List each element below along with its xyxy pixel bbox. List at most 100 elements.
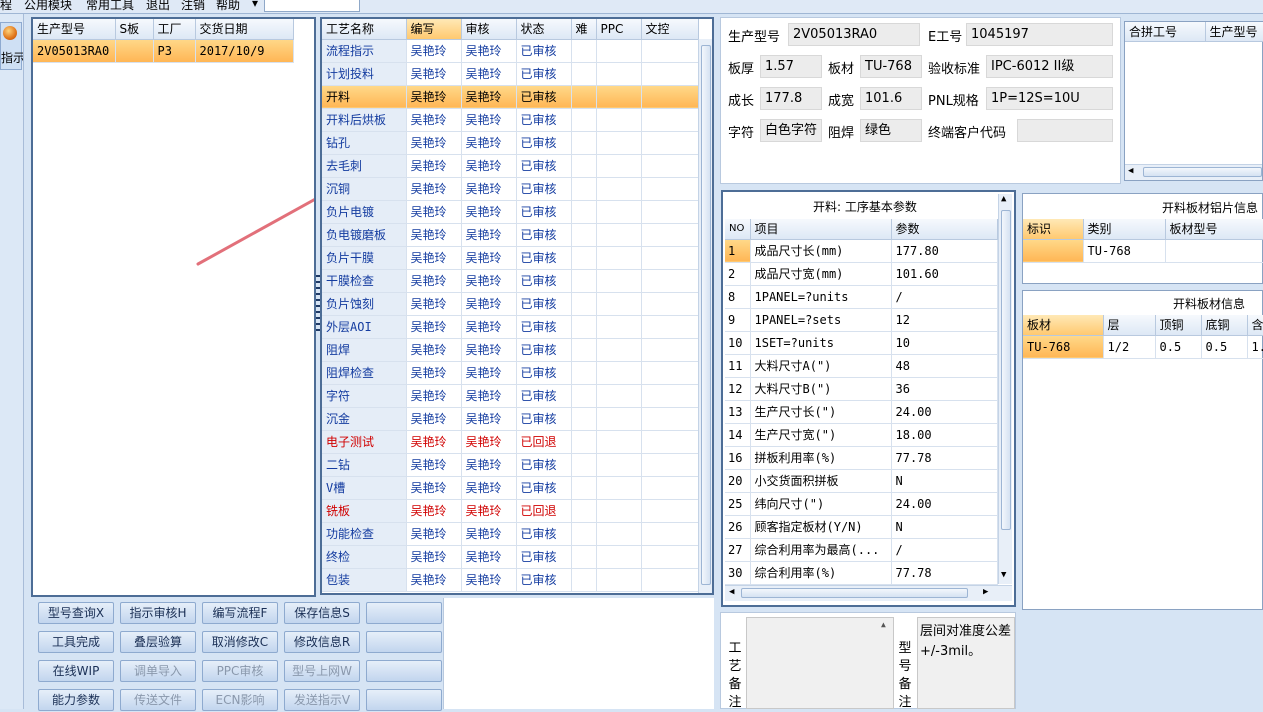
merge-table-hscrollbar[interactable]: ◀ [1125,164,1262,180]
table-row[interactable]: 沉铜 吴艳玲 吴艳玲 已审核 [322,177,699,201]
table-row[interactable]: 负片干膜 吴艳玲 吴艳玲 已审核 [322,246,699,270]
table-row[interactable]: 25 纬向尺寸(") 24.00 [725,492,998,516]
chevron-down-icon[interactable]: ▾ [252,0,258,10]
length-value[interactable]: 177.8 [760,87,822,110]
column-header-ppc[interactable]: PPC [596,19,642,40]
table-row[interactable]: 阻焊检查 吴艳玲 吴艳玲 已审核 [322,361,699,385]
action-button[interactable]: 修改信息R [284,631,360,653]
action-button[interactable]: 调单导入 [120,660,196,682]
scrollbar-thumb[interactable] [1143,167,1262,177]
customer-code-value[interactable] [1017,119,1113,142]
column-header-merge-model[interactable]: 生产型号 [1205,22,1263,42]
action-button[interactable]: 工具完成 [38,631,114,653]
table-row[interactable]: 1 成品尺寸长(mm) 177.80 [725,239,998,263]
column-header-board-model[interactable]: 板材型号 [1165,219,1263,240]
table-row[interactable]: 20 小交货面积拼板 N [725,469,998,493]
menu-item-exit[interactable]: 退出 [146,0,170,13]
table-row[interactable]: 终检 吴艳玲 吴艳玲 已审核 [322,545,699,569]
zhishi-button[interactable]: 指示 [0,22,23,70]
process-table-scrollbar[interactable] [698,39,712,593]
column-header-difficulty[interactable]: 难 [571,19,597,40]
column-header-cu[interactable]: 含铜 [1247,315,1263,336]
action-button[interactable]: 型号查询X [38,602,114,624]
column-header-top-cu[interactable]: 顶铜 [1155,315,1202,336]
table-row[interactable]: 负片电镀 吴艳玲 吴艳玲 已审核 [322,200,699,224]
width-value[interactable]: 101.6 [860,87,922,110]
menu-combo-box[interactable] [264,0,360,12]
column-header-process[interactable]: 工艺名称 [322,19,407,40]
table-row[interactable]: 计划投料 吴艳玲 吴艳玲 已审核 [322,62,699,86]
thickness-value[interactable]: 1.57 [760,55,822,78]
table-row[interactable]: 13 生产尺寸长(") 24.00 [725,400,998,424]
blank-button[interactable] [366,631,442,653]
table-row[interactable]: 电子测试 吴艳玲 吴艳玲 已回退 [322,430,699,454]
column-header-reviewer[interactable]: 审核 [461,19,517,40]
table-row[interactable]: 阻焊 吴艳玲 吴艳玲 已审核 [322,338,699,362]
table-row[interactable]: 功能检查 吴艳玲 吴艳玲 已审核 [322,522,699,546]
table-row[interactable]: 10 1SET=?units 10 [725,331,998,355]
blank-button[interactable] [366,660,442,682]
table-row[interactable]: 11 大料尺寸A(") 48 [725,354,998,378]
menu-item-tools[interactable]: 常用工具 [86,0,134,13]
table-row[interactable]: V槽 吴艳玲 吴艳玲 已审核 [322,476,699,500]
table-row[interactable]: 14 生产尺寸宽(") 18.00 [725,423,998,447]
table-row[interactable]: TU-768 [1023,239,1263,263]
table-row[interactable]: 开料后烘板 吴艳玲 吴艳玲 已审核 [322,108,699,132]
column-header-author[interactable]: 编写 [406,19,462,40]
table-row[interactable]: 外层AOI 吴艳玲 吴艳玲 已审核 [322,315,699,339]
table-row[interactable]: 包装 吴艳玲 吴艳玲 已审核 [322,568,699,592]
column-header-status[interactable]: 状态 [516,19,572,40]
column-header-item[interactable]: 项目 [750,219,892,240]
column-header-category[interactable]: 类别 [1083,219,1166,240]
table-row[interactable]: 16 拼板利用率(%) 77.78 [725,446,998,470]
table-row[interactable]: 字符 吴艳玲 吴艳玲 已审核 [322,384,699,408]
action-button[interactable]: 发送指示V [284,689,360,711]
standard-value[interactable]: IPC-6012 II级 [986,55,1113,78]
material-value[interactable]: TU-768 [860,55,922,78]
action-button[interactable]: 编写流程F [202,602,278,624]
table-row[interactable]: 铣板 吴艳玲 吴艳玲 已回退 [322,499,699,523]
scrollbar-thumb[interactable] [741,588,968,598]
column-header-layer[interactable]: 层 [1103,315,1156,336]
action-button[interactable]: 取消修改C [202,631,278,653]
scroll-up-icon[interactable]: ▲ [881,620,886,629]
params-hscrollbar[interactable]: ◀ ▶ [725,585,1012,601]
splitter-grip[interactable] [316,275,320,335]
action-button[interactable]: 传送文件 [120,689,196,711]
table-row[interactable]: 去毛刺 吴艳玲 吴艳玲 已审核 [322,154,699,178]
action-button[interactable]: 型号上网W [284,660,360,682]
solder-mask-value[interactable]: 绿色 [860,119,922,142]
column-header-doc-control[interactable]: 文控 [641,19,699,40]
model-value[interactable]: 2V05013RA0 [788,23,920,46]
table-row[interactable]: 9 1PANEL=?sets 12 [725,308,998,332]
blank-button[interactable] [366,602,442,624]
model-note-box[interactable]: 层间对准度公差+/-3mil。 [917,617,1015,709]
table-row[interactable]: 流程指示 吴艳玲 吴艳玲 已审核 [322,39,699,63]
table-row[interactable]: 8 1PANEL=?units / [725,285,998,309]
column-header-param[interactable]: 参数 [891,219,998,240]
menu-item-process[interactable]: 程 [0,0,12,13]
table-row[interactable]: 钻孔 吴艳玲 吴艳玲 已审核 [322,131,699,155]
params-scrollbar[interactable]: ▲ ▼ [998,194,1012,584]
scrollbar-thumb[interactable] [701,45,711,585]
action-button[interactable]: 指示审核H [120,602,196,624]
menu-item-public-module[interactable]: 公用模块 [24,0,72,13]
table-row[interactable]: 开料 吴艳玲 吴艳玲 已审核 [322,85,699,109]
action-button[interactable]: 能力参数 [38,689,114,711]
pnl-value[interactable]: 1P=12S=10U [986,87,1113,110]
scrollbar-thumb[interactable] [1001,210,1011,530]
scroll-left-icon[interactable]: ◀ [1128,166,1133,176]
menu-item-logout[interactable]: 注销 [181,0,205,13]
table-row[interactable]: 30 综合利用率(%) 77.78 [725,561,998,585]
table-row[interactable]: 二钻 吴艳玲 吴艳玲 已审核 [322,453,699,477]
table-row[interactable]: 26 顾客指定板材(Y/N) N [725,515,998,539]
char-value[interactable]: 白色字符 [760,119,822,142]
table-row[interactable]: 2 成品尺寸宽(mm) 101.60 [725,262,998,286]
table-row[interactable]: TU-768 1/2 0.5 0.5 1.5 [1023,335,1263,359]
action-button[interactable]: ECN影响 [202,689,278,711]
scroll-right-icon[interactable]: ▶ [983,587,988,597]
column-header-board[interactable]: 板材 [1023,315,1104,336]
column-header-no[interactable]: NO [725,219,751,240]
blank-button[interactable] [366,689,442,711]
scroll-up-icon[interactable]: ▲ [1001,194,1006,204]
